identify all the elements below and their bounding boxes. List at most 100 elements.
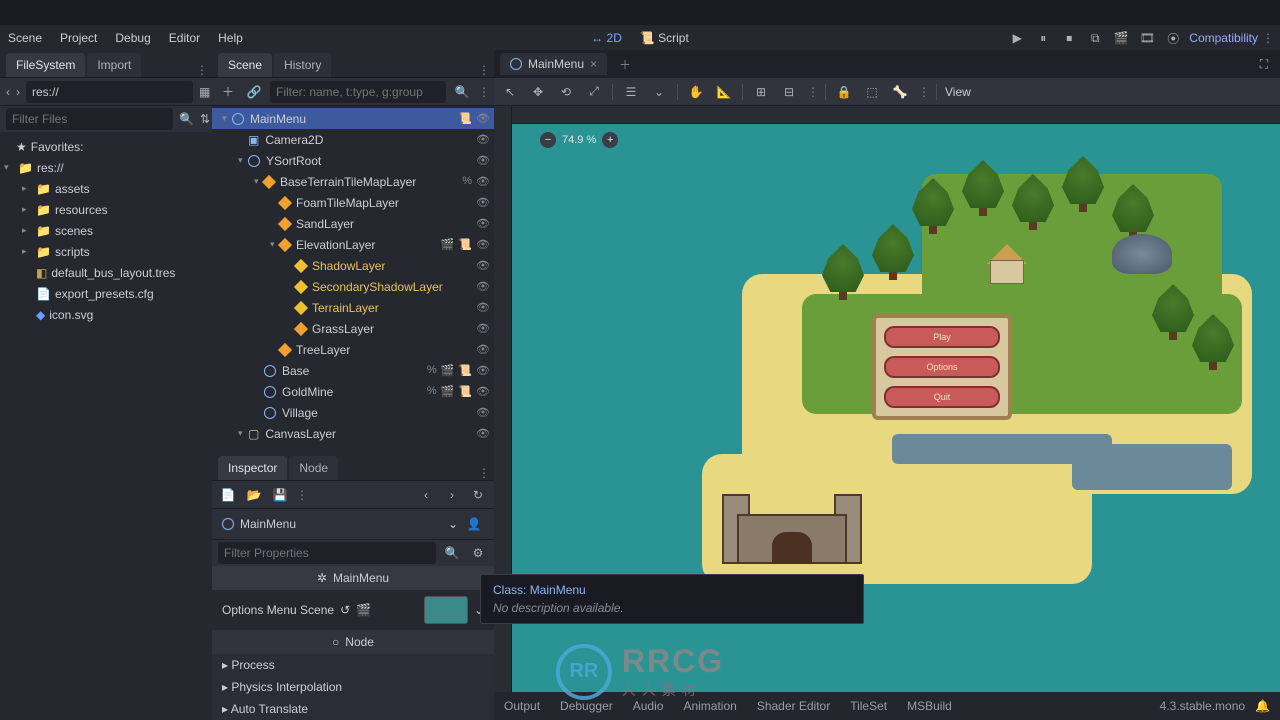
nav-back-button[interactable]: ‹ [6, 83, 10, 101]
tab-history[interactable]: History [274, 53, 331, 77]
pause-button[interactable]: ⏸ [1033, 29, 1053, 47]
group-icon[interactable]: ⬚ [862, 83, 882, 101]
scene-node-base[interactable]: Base%🎬📜👁 [212, 360, 494, 381]
prop-search-icon[interactable]: 🔍 [442, 544, 462, 562]
scene-tab-mainmenu[interactable]: MainMenu × [500, 53, 607, 75]
insp-back-icon[interactable]: ‹ [416, 486, 436, 504]
insp-extra-icon[interactable]: ⋮ [296, 488, 306, 502]
move-tool[interactable]: ✥ [528, 83, 548, 101]
file-bus-layout[interactable]: ◧ default_bus_layout.tres [0, 262, 212, 283]
scene-node-elevationlayer[interactable]: ▾ElevationLayer🎬📜👁 [212, 234, 494, 255]
scene-picker-icon[interactable]: 🎬 [356, 603, 371, 617]
sort-icon[interactable]: ⇅ [200, 110, 210, 128]
fold-process[interactable]: ▸ Process [212, 654, 494, 676]
scene-node-grasslayer[interactable]: GrassLayer👁 [212, 318, 494, 339]
scene-node-terrainlayer[interactable]: TerrainLayer👁 [212, 297, 494, 318]
renderer-dropdown[interactable]: Compatibility ⋮ [1189, 31, 1272, 45]
tab-filesystem[interactable]: FileSystem [6, 53, 85, 77]
mode-2d-button[interactable]: ↔ 2D [591, 31, 622, 45]
scene-node-sandlayer[interactable]: SandLayer👁 [212, 213, 494, 234]
tab-inspector[interactable]: Inspector [218, 456, 287, 480]
folder-resources[interactable]: ▸📁 resources [0, 199, 212, 220]
filter-files-input[interactable] [6, 108, 173, 130]
folder-scripts[interactable]: ▸📁 scripts [0, 241, 212, 262]
scene-node-village[interactable]: Village👁 [212, 402, 494, 423]
scene-node-canvaslayer[interactable]: ▾▢CanvasLayer👁 [212, 423, 494, 444]
scene-thumbnail[interactable] [424, 596, 468, 624]
dock-animation[interactable]: Animation [683, 699, 736, 713]
view-menu[interactable]: View [945, 85, 971, 99]
ruler-tool[interactable]: 📐 [714, 83, 734, 101]
scene-node-secondaryshadowlayer[interactable]: SecondaryShadowLayer👁 [212, 276, 494, 297]
play-scene-button[interactable]: 🎬 [1111, 29, 1131, 47]
insp-new-icon[interactable]: 📄 [218, 486, 238, 504]
menu-debug[interactable]: Debug [115, 31, 150, 45]
menu-project[interactable]: Project [60, 31, 97, 45]
remote-button[interactable]: ⧉ [1085, 29, 1105, 47]
lock-icon[interactable]: 🔒 [834, 83, 854, 101]
mode-script-button[interactable]: 📜 Script [640, 31, 689, 45]
pan-tool[interactable]: ✋ [686, 83, 706, 101]
prop-settings-icon[interactable]: ⚙ [468, 544, 488, 562]
tab-node[interactable]: Node [289, 456, 338, 480]
folder-assets[interactable]: ▸📁 assets [0, 178, 212, 199]
scale-tool[interactable]: ⤢ [584, 83, 604, 101]
movie-button[interactable]: ⦿ [1163, 29, 1183, 47]
snap-options[interactable]: ⋮ [807, 85, 817, 99]
insp-fwd-icon[interactable]: › [442, 486, 462, 504]
rotate-tool[interactable]: ⟲ [556, 83, 576, 101]
search-icon[interactable]: 🔍 [179, 110, 194, 128]
dock-audio[interactable]: Audio [633, 699, 664, 713]
dock-debugger[interactable]: Debugger [560, 699, 613, 713]
play-button[interactable]: Play [884, 326, 1000, 348]
favorites-row[interactable]: ★ Favorites: [0, 136, 212, 157]
insp-load-icon[interactable]: 📂 [244, 486, 264, 504]
scene-node-mainmenu[interactable]: ▾MainMenu📜👁 [212, 108, 494, 129]
scene-filter-input[interactable] [270, 81, 446, 103]
add-node-button[interactable]: ＋ [218, 83, 238, 101]
filesystem-menu-icon[interactable]: ⋮ [196, 63, 206, 77]
file-export-presets[interactable]: 📄 export_presets.cfg [0, 283, 212, 304]
add-tab-button[interactable]: ＋ [611, 56, 639, 73]
tab-import[interactable]: Import [87, 53, 141, 77]
menu-help[interactable]: Help [218, 31, 243, 45]
obj-extra-icon[interactable]: 👤 [464, 515, 484, 533]
zoom-out-button[interactable]: − [540, 132, 556, 148]
menu-editor[interactable]: Editor [169, 31, 200, 45]
chevron-down-icon[interactable]: ⌄ [649, 83, 669, 101]
zoom-level[interactable]: 74.9 % [562, 134, 596, 146]
filter-properties-input[interactable] [218, 542, 436, 564]
skeleton-options[interactable]: ⋮ [918, 85, 928, 99]
dock-tileset[interactable]: TileSet [850, 699, 887, 713]
scene-node-foamtilemaplayer[interactable]: FoamTileMapLayer👁 [212, 192, 494, 213]
bone-icon[interactable]: 🦴 [890, 83, 910, 101]
zoom-in-button[interactable]: + [602, 132, 618, 148]
revert-icon[interactable]: ↺ [340, 603, 350, 617]
list-tool[interactable]: ☰ [621, 83, 641, 101]
play-custom-button[interactable]: 🎞 [1137, 29, 1157, 47]
fold-autotranslate[interactable]: ▸ Auto Translate [212, 698, 494, 720]
scene-search-icon[interactable]: 🔍 [452, 83, 472, 101]
stop-button[interactable]: ⏹ [1059, 29, 1079, 47]
path-input[interactable] [26, 81, 193, 103]
dock-msbuild[interactable]: MSBuild [907, 699, 952, 713]
scene-node-camera2d[interactable]: ▣Camera2D👁 [212, 129, 494, 150]
play-project-button[interactable]: ▶ [1007, 29, 1027, 47]
file-icon-svg[interactable]: ◆ icon.svg [0, 304, 212, 325]
notification-icon[interactable]: 🔔 [1255, 699, 1270, 713]
options-button[interactable]: Options [884, 356, 1000, 378]
expand-viewport-icon[interactable]: ⛶ [1254, 55, 1274, 73]
close-tab-icon[interactable]: × [590, 57, 597, 71]
scene-node-ysortroot[interactable]: ▾YSortRoot👁 [212, 150, 494, 171]
scene-node-shadowlayer[interactable]: ShadowLayer👁 [212, 255, 494, 276]
node-section-header[interactable]: ○ Node [212, 630, 494, 654]
link-node-button[interactable]: 🔗 [244, 83, 264, 101]
select-tool[interactable]: ↖ [500, 83, 520, 101]
scene-tool-menu[interactable]: ⋮ [478, 85, 488, 99]
canvas[interactable]: − 74.9 % + [512, 124, 1280, 720]
menu-scene[interactable]: Scene [8, 31, 42, 45]
nav-fwd-button[interactable]: › [16, 83, 20, 101]
dock-shader[interactable]: Shader Editor [757, 699, 830, 713]
scene-menu-icon[interactable]: ⋮ [478, 63, 488, 77]
snap-toggle[interactable]: ⊞ [751, 83, 771, 101]
